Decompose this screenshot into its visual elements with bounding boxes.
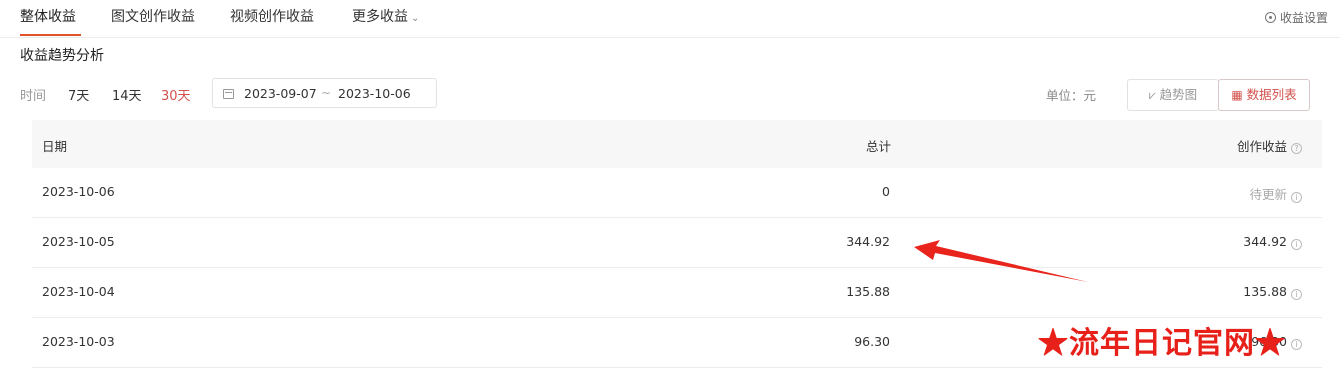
row-creation-value: 待更新 [1249,187,1287,202]
table-row: 2023-10-06 0 待更新 i [32,168,1322,218]
watermark-text: ★流年日记官网★ [1038,326,1286,361]
revenue-settings-button[interactable]: 收益设置 [1264,9,1328,26]
row-total: 96.30 [854,334,890,349]
row-date: 2023-10-06 [42,184,115,199]
header-date: 日期 [42,139,68,154]
calendar-icon [223,89,234,99]
tab-article[interactable]: 图文创作收益 [111,6,195,26]
tab-more-label: 更多收益 [352,9,408,25]
row-total: 135.88 [846,284,890,299]
tab-video[interactable]: 视频创作收益 [230,6,314,26]
header-creation-label: 创作收益 [1236,139,1287,154]
row-creation-value: 344.92 [1243,234,1287,249]
chevron-down-icon: ⌄ [411,13,420,24]
table-row: 2023-10-04 135.88 135.88 i [32,268,1322,318]
date-range-picker[interactable]: 2023-09-07 ~ 2023-10-06 [212,78,437,108]
date-start: 2023-09-07 [244,86,317,101]
info-icon[interactable]: i [1291,192,1302,203]
help-icon[interactable]: ? [1291,143,1302,154]
header-total: 总计 [866,139,892,154]
info-icon[interactable]: i [1291,289,1302,300]
settings-circle-icon [1264,12,1276,23]
info-icon[interactable]: i [1291,239,1302,250]
row-date: 2023-10-05 [42,234,115,249]
revenue-settings-label: 收益设置 [1279,11,1328,25]
range-7-days[interactable]: 7天 [68,85,89,104]
row-total: 344.92 [846,234,890,249]
section-title: 收益趋势分析 [20,48,104,64]
active-tab-indicator [20,34,81,36]
tab-more[interactable]: 更多收益 ⌄ [352,6,419,26]
unit-label: 单位：元 [1046,88,1097,103]
range-30-days[interactable]: 30天 [161,85,191,104]
date-end: 2023-10-06 [338,86,411,101]
row-creation: 344.92 i [1243,234,1302,250]
time-filter-label: 时间 [20,89,47,104]
table-row: 2023-10-05 344.92 344.92 i [32,218,1322,268]
info-icon[interactable]: i [1291,339,1302,350]
data-list-label: 数据列表 [1246,87,1297,102]
row-date: 2023-10-04 [42,284,115,299]
tab-overall[interactable]: 整体收益 [20,6,76,26]
table-grid-icon: ▦ [1231,88,1243,102]
trend-chart-label: 趋势图 [1159,87,1198,102]
date-separator: ~ [321,86,332,100]
row-creation: 135.88 i [1243,284,1302,300]
row-total: 0 [882,184,890,199]
row-creation: 待更新 i [1249,184,1302,203]
filter-bar: 时间 7天 14天 30天 2023-09-07 ~ 2023-10-06 单位… [0,78,1340,111]
table-header: 日期 总计 创作收益? [32,120,1322,168]
range-14-days[interactable]: 14天 [112,85,142,104]
line-chart-icon: ⩗ [1148,88,1156,102]
row-date: 2023-10-03 [42,334,115,349]
revenue-tabs: 整体收益 图文创作收益 视频创作收益 更多收益 ⌄ 收益设置 [0,0,1340,38]
data-list-button[interactable]: ▦ 数据列表 [1218,79,1310,111]
row-creation-value: 135.88 [1243,284,1287,299]
trend-chart-button[interactable]: ⩗ 趋势图 [1127,79,1219,111]
header-creation: 创作收益? [1237,136,1302,155]
